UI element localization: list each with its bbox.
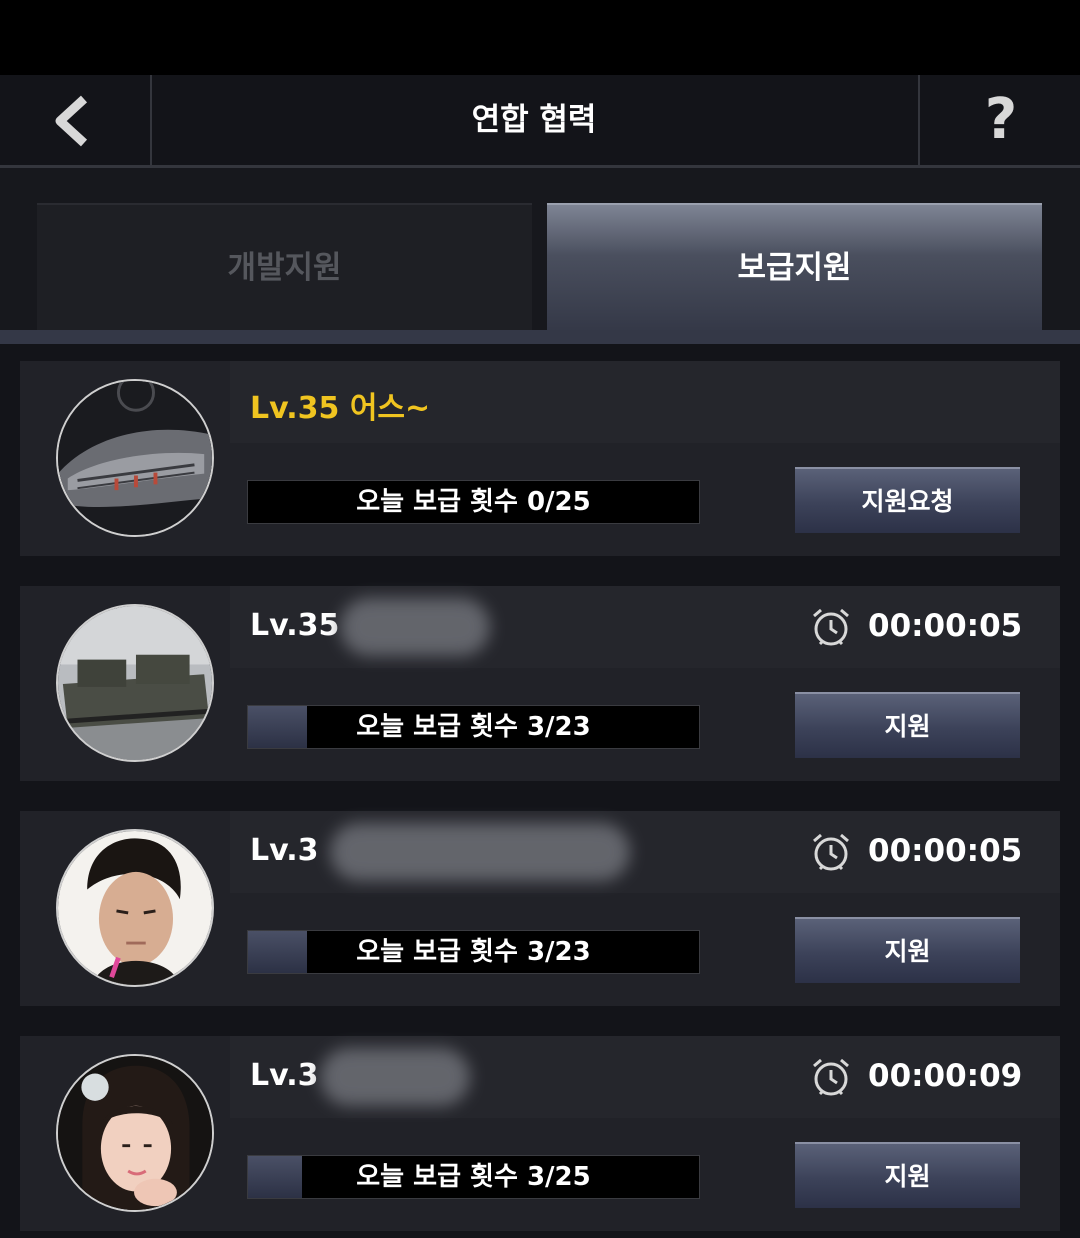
tab-supply-support[interactable]: 보급지원 (547, 203, 1042, 332)
header: 연합 협력 ? (0, 75, 1080, 168)
alarm-clock-icon (813, 608, 849, 646)
supply-count-label: 오늘 보급 횟수 3/25 (356, 1162, 591, 1192)
request-support-button[interactable]: 지원요청 (795, 467, 1020, 533)
member-card: Lv.35 어스~ 오늘 보급 횟수 0/25 지원요청 (20, 361, 1060, 556)
avatar (56, 604, 214, 762)
supply-count-bar: 오늘 보급 횟수 3/23 (247, 930, 700, 974)
supply-count-bar: 오늘 보급 횟수 3/25 (247, 1155, 700, 1199)
avatar (56, 379, 214, 537)
chevron-left-icon (55, 95, 88, 147)
spaceship-icon (58, 381, 212, 535)
back-button[interactable] (0, 75, 152, 165)
status-bar (0, 0, 1080, 75)
member-name: Lv.35 (250, 608, 340, 643)
cooldown-time: 00:00:05 (868, 833, 1023, 869)
help-button[interactable]: ? (918, 75, 1080, 165)
military-ship-icon (58, 606, 212, 760)
member-card: Lv.35 00:00:05 오늘 보급 횟수 3/23 지원 (20, 586, 1060, 781)
member-card: Lv.3 00:00:09 오늘 보급 횟수 3/25 지원 (20, 1036, 1060, 1231)
page-title: 연합 협력 (471, 102, 597, 138)
tab-underline (0, 330, 1080, 344)
supply-count-bar: 오늘 보급 횟수 3/23 (247, 705, 700, 749)
alarm-clock-icon (813, 1058, 849, 1096)
redacted-name (320, 1048, 470, 1106)
support-button[interactable]: 지원 (795, 917, 1020, 983)
supply-count-label: 오늘 보급 횟수 3/23 (356, 937, 591, 967)
member-name: Lv.35 어스~ (250, 391, 431, 426)
cooldown-time: 00:00:09 (868, 1058, 1023, 1094)
tab-bar: 개발지원 보급지원 (0, 168, 1080, 332)
supply-count-bar: 오늘 보급 횟수 0/25 (247, 480, 700, 524)
supply-count-label: 오늘 보급 횟수 3/23 (356, 712, 591, 742)
avatar (56, 1054, 214, 1212)
member-name: Lv.3 (250, 1058, 319, 1093)
person-male-icon (58, 831, 212, 985)
alarm-clock-icon (813, 833, 849, 871)
tab-development-support[interactable]: 개발지원 (37, 203, 532, 332)
redacted-name (330, 823, 630, 881)
avatar (56, 829, 214, 987)
member-card: Lv.3 00:00:05 오늘 보급 횟수 3/23 지원 (20, 811, 1060, 1006)
support-button[interactable]: 지원 (795, 692, 1020, 758)
member-name: Lv.3 (250, 833, 319, 868)
person-female-icon (58, 1056, 212, 1210)
redacted-name (340, 598, 490, 656)
support-button[interactable]: 지원 (795, 1142, 1020, 1208)
cooldown-time: 00:00:05 (868, 608, 1023, 644)
supply-count-label: 오늘 보급 횟수 0/25 (356, 487, 591, 517)
